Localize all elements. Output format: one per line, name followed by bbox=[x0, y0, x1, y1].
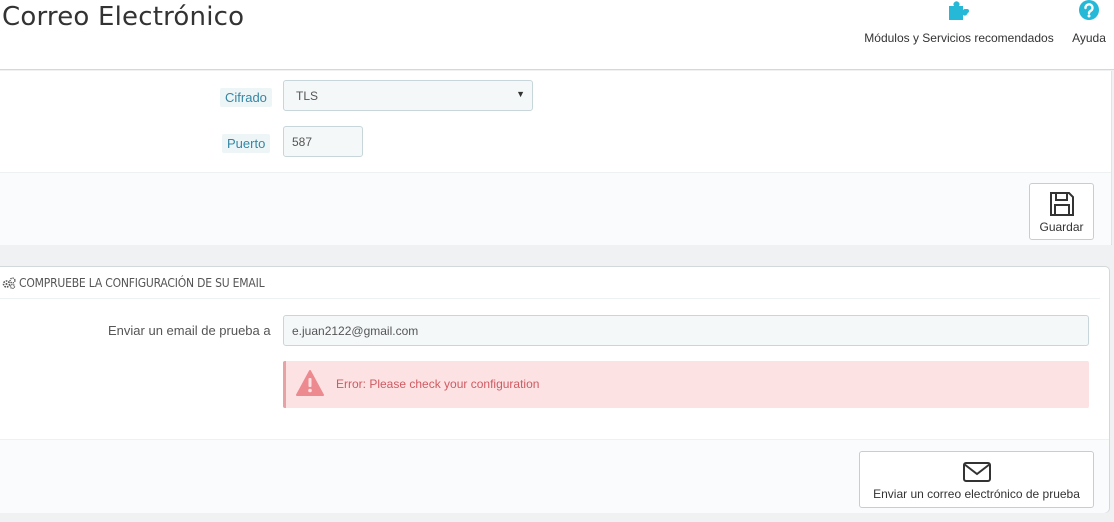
puerto-input[interactable]: 587 bbox=[283, 126, 363, 157]
panel-heading-text: COMPRUEBE LA CONFIGURACIÓN DE SU EMAIL bbox=[19, 276, 265, 290]
save-button[interactable]: Guardar bbox=[1029, 183, 1094, 240]
puerto-label: Puerto bbox=[222, 134, 271, 153]
test-email-panel: COMPRUEBE LA CONFIGURACIÓN DE SU EMAIL E… bbox=[0, 266, 1110, 513]
help-button[interactable]: Ayuda bbox=[1068, 0, 1110, 45]
cifrado-label: Cifrado bbox=[220, 88, 272, 107]
modules-services-label: Módulos y Servicios recomendados bbox=[864, 31, 1054, 45]
caret-down-icon: ▼ bbox=[516, 89, 525, 99]
test-panel-footer: Enviar un correo electrónico de prueba bbox=[0, 439, 1109, 513]
cifrado-select[interactable]: TLS ▼ bbox=[283, 80, 533, 111]
modules-services-button[interactable]: Módulos y Servicios recomendados bbox=[860, 0, 1058, 45]
save-label: Guardar bbox=[1039, 220, 1084, 234]
page-title: Correo Electrónico bbox=[2, 2, 245, 32]
question-circle-icon bbox=[1068, 0, 1110, 22]
page-background bbox=[0, 513, 1114, 522]
envelope-icon bbox=[962, 462, 991, 482]
send-test-email-button[interactable]: Enviar un correo electrónico de prueba bbox=[859, 451, 1094, 508]
floppy-disk-icon bbox=[1049, 192, 1074, 216]
send-test-email-label: Enviar un correo electrónico de prueba bbox=[873, 487, 1080, 501]
error-message: Error: Please check your configuration bbox=[336, 377, 540, 391]
page-header: Correo Electrónico Módulos y Servicios r… bbox=[0, 0, 1114, 70]
test-email-label: Enviar un email de prueba a bbox=[108, 323, 271, 338]
warning-icon bbox=[296, 370, 324, 396]
error-alert: Error: Please check your configuration bbox=[283, 361, 1089, 408]
help-label: Ayuda bbox=[1072, 31, 1106, 45]
cifrado-selected-value: TLS bbox=[296, 89, 319, 103]
panel-heading: COMPRUEBE LA CONFIGURACIÓN DE SU EMAIL bbox=[0, 267, 1100, 299]
puzzle-icon bbox=[860, 0, 1058, 22]
cogs-icon bbox=[2, 277, 16, 292]
smtp-panel-footer: Guardar bbox=[0, 172, 1111, 245]
smtp-settings-panel: Cifrado TLS ▼ Puerto 587 Guardar bbox=[0, 71, 1112, 245]
test-email-input[interactable]: e.juan2122@gmail.com bbox=[283, 315, 1089, 346]
